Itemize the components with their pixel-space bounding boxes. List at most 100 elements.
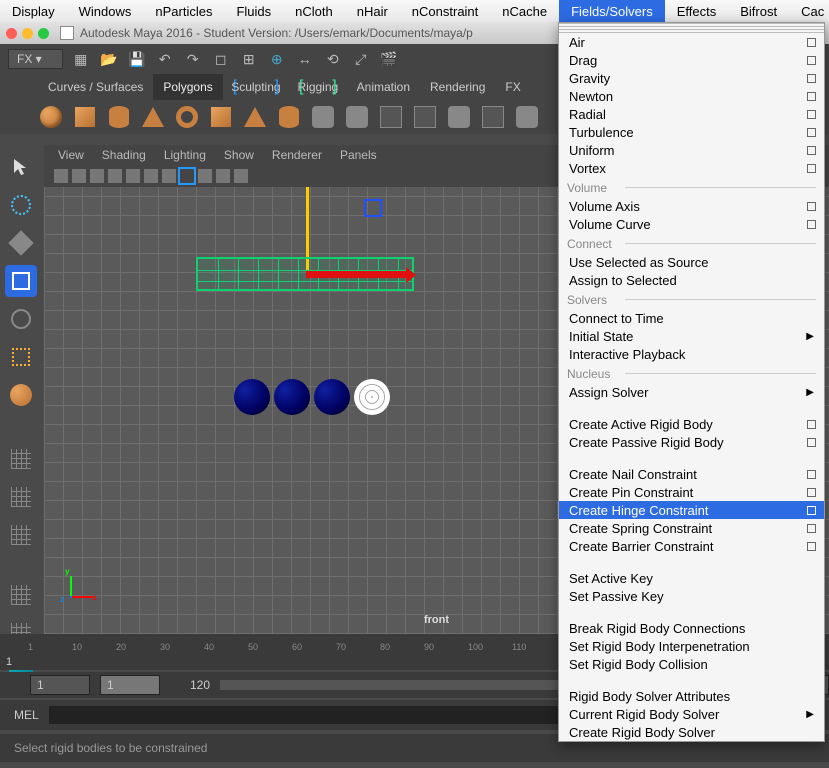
menubar-item-nparticles[interactable]: nParticles: [143, 0, 224, 22]
cylinder2-icon[interactable]: [276, 104, 302, 130]
undo-icon[interactable]: ↶: [155, 49, 175, 69]
minimize-icon[interactable]: [22, 28, 33, 39]
options-box-icon[interactable]: [807, 470, 816, 479]
menu-item-create-rigid-body-solver[interactable]: Create Rigid Body Solver: [559, 723, 824, 741]
options-box-icon[interactable]: [807, 506, 816, 515]
menubar-item-nconstraint[interactable]: nConstraint: [400, 0, 490, 22]
menubar-item-ncache[interactable]: nCache: [490, 0, 559, 22]
close-icon[interactable]: [6, 28, 17, 39]
shelf-tab-fx[interactable]: FX: [495, 74, 530, 100]
lasso-tool[interactable]: [5, 189, 37, 221]
menu-item-vortex[interactable]: Vortex: [559, 159, 824, 177]
select-icon[interactable]: ◻: [211, 49, 231, 69]
lighting-menu[interactable]: Lighting: [164, 148, 206, 162]
menu-item-set-passive-key[interactable]: Set Passive Key: [559, 587, 824, 605]
view-menu[interactable]: View: [58, 148, 84, 162]
options-box-icon[interactable]: [807, 542, 816, 551]
shelf-tab-rendering[interactable]: Rendering: [420, 74, 495, 100]
vp-tool-1-icon[interactable]: [54, 169, 68, 183]
vp-tool-4-icon[interactable]: [108, 169, 122, 183]
menu-tear-off[interactable]: [559, 23, 824, 33]
sphere-object-2[interactable]: [274, 379, 310, 415]
vp-tool-8-icon[interactable]: [198, 169, 212, 183]
vp-tool-3-icon[interactable]: [90, 169, 104, 183]
menu-item-create-pin-constraint[interactable]: Create Pin Constraint: [559, 483, 824, 501]
options-box-icon[interactable]: [807, 220, 816, 229]
mesh4-icon[interactable]: [514, 104, 540, 130]
menu-item-create-barrier-constraint[interactable]: Create Barrier Constraint: [559, 537, 824, 555]
menu-item-connect-to-time[interactable]: Connect to Time: [559, 309, 824, 327]
sphere-object-4-selected[interactable]: [354, 379, 390, 415]
menu-item-use-selected-as-source[interactable]: Use Selected as Source: [559, 253, 824, 271]
menubar-item-display[interactable]: Display: [0, 0, 67, 22]
maximize-icon[interactable]: [38, 28, 49, 39]
vp-tool-9-icon[interactable]: [216, 169, 230, 183]
redo-icon[interactable]: ↷: [183, 49, 203, 69]
menu-item-initial-state[interactable]: Initial State▶: [559, 327, 824, 345]
options-box-icon[interactable]: [807, 146, 816, 155]
rotate-tool[interactable]: [5, 303, 37, 335]
render-icon[interactable]: 🎬: [379, 49, 399, 69]
menu-item-create-nail-constraint[interactable]: Create Nail Constraint: [559, 465, 824, 483]
shelf-tab-polygons[interactable]: Polygons: [153, 74, 222, 100]
menu-item-volume-curve[interactable]: Volume Curve: [559, 215, 824, 233]
menubar-item-fieldssolvers[interactable]: Fields/Solvers: [559, 0, 665, 22]
menu-item-assign-to-selected[interactable]: Assign to Selected: [559, 271, 824, 289]
panels-menu[interactable]: Panels: [340, 148, 377, 162]
mesh2-icon[interactable]: [446, 104, 472, 130]
layout1-icon[interactable]: [5, 481, 37, 513]
sphere-prim[interactable]: [5, 379, 37, 411]
menu-item-rigid-body-solver-attributes[interactable]: Rigid Body Solver Attributes: [559, 687, 824, 705]
options-box-icon[interactable]: [807, 110, 816, 119]
grid-layout-icon[interactable]: [5, 443, 37, 475]
menubar-item-cac[interactable]: Cac: [789, 0, 829, 22]
options-box-icon[interactable]: [807, 164, 816, 173]
torus-icon[interactable]: [174, 104, 200, 130]
menu-item-break-rigid-body-connections[interactable]: Break Rigid Body Connections: [559, 619, 824, 637]
shading-menu[interactable]: Shading: [102, 148, 146, 162]
vp-tool-2-icon[interactable]: [72, 169, 86, 183]
select-tool[interactable]: [5, 151, 37, 183]
vp-tool-10-icon[interactable]: [234, 169, 248, 183]
new-icon[interactable]: ▦: [71, 49, 91, 69]
open-icon[interactable]: 📂: [99, 49, 119, 69]
cone-icon[interactable]: [140, 104, 166, 130]
move-tool[interactable]: [5, 265, 37, 297]
plane-icon[interactable]: [344, 104, 370, 130]
options-box-icon[interactable]: [807, 488, 816, 497]
sphere-object-3[interactable]: [314, 379, 350, 415]
range-start-out[interactable]: 1: [30, 675, 90, 695]
menubar-item-windows[interactable]: Windows: [67, 0, 144, 22]
menubar-item-bifrost[interactable]: Bifrost: [728, 0, 789, 22]
menu-item-set-rigid-body-collision[interactable]: Set Rigid Body Collision: [559, 655, 824, 673]
menubar-item-effects[interactable]: Effects: [665, 0, 729, 22]
sphere-icon[interactable]: [38, 104, 64, 130]
move-icon[interactable]: ↔: [295, 49, 315, 69]
menu-item-uniform[interactable]: Uniform: [559, 141, 824, 159]
platonic-icon[interactable]: [310, 104, 336, 130]
menu-item-gravity[interactable]: Gravity: [559, 69, 824, 87]
menu-item-radial[interactable]: Radial: [559, 105, 824, 123]
menu-item-create-spring-constraint[interactable]: Create Spring Constraint: [559, 519, 824, 537]
vp-tool-7-icon[interactable]: [162, 169, 176, 183]
options-box-icon[interactable]: [807, 438, 816, 447]
paint-tool[interactable]: [5, 227, 37, 259]
scale-tool[interactable]: [5, 341, 37, 373]
renderer-menu[interactable]: Renderer: [272, 148, 322, 162]
menu-item-create-hinge-constraint[interactable]: Create Hinge Constraint: [559, 501, 824, 519]
wireframe-icon[interactable]: [378, 104, 404, 130]
options-box-icon[interactable]: [807, 202, 816, 211]
show-menu[interactable]: Show: [224, 148, 254, 162]
magnet-icon[interactable]: ⊕: [267, 49, 287, 69]
menu-item-air[interactable]: Air: [559, 33, 824, 51]
mesh3-icon[interactable]: [480, 104, 506, 130]
cylinder-icon[interactable]: [106, 104, 132, 130]
options-box-icon[interactable]: [807, 128, 816, 137]
layout2-icon[interactable]: [5, 519, 37, 551]
options-box-icon[interactable]: [807, 56, 816, 65]
vp-tool-6-icon[interactable]: [144, 169, 158, 183]
cube2-icon[interactable]: [208, 104, 234, 130]
z-axis-handle[interactable]: [364, 199, 382, 217]
menu-item-create-active-rigid-body[interactable]: Create Active Rigid Body: [559, 415, 824, 433]
workspace-select[interactable]: FX ▾: [8, 49, 63, 69]
